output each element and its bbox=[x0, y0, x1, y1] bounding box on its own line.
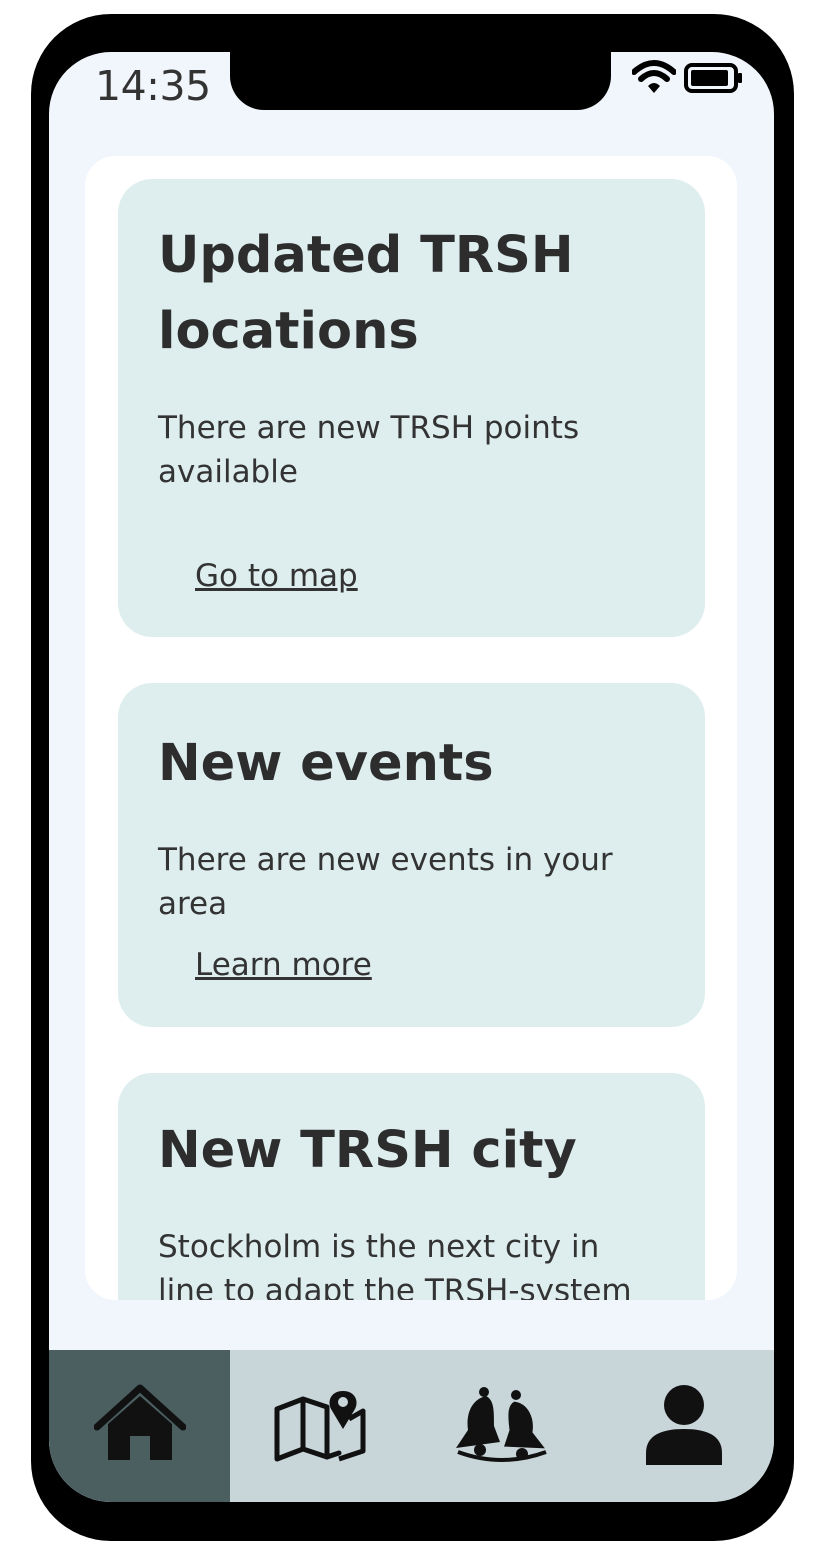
card-title: Updated TRSH locations bbox=[158, 226, 574, 361]
card-title: New TRSH city bbox=[158, 1121, 577, 1180]
battery-icon bbox=[684, 62, 744, 98]
wifi-icon bbox=[631, 60, 677, 100]
learn-more-link[interactable]: Learn more bbox=[195, 947, 372, 983]
nav-item-profile[interactable] bbox=[593, 1350, 774, 1502]
nav-item-map[interactable] bbox=[230, 1350, 411, 1502]
notification-card: New TRSH city Stockholm is the next city… bbox=[118, 1073, 705, 1300]
status-time: 14:35 bbox=[95, 62, 211, 110]
nav-item-notifications[interactable] bbox=[411, 1350, 592, 1502]
notch bbox=[230, 52, 611, 110]
map-icon bbox=[273, 1385, 369, 1467]
bells-icon bbox=[452, 1384, 552, 1468]
notifications-panel[interactable]: Updated TRSH locations There are new TRS… bbox=[85, 156, 737, 1300]
card-title: New events bbox=[158, 734, 494, 793]
go-to-map-link[interactable]: Go to map bbox=[195, 558, 358, 594]
home-icon bbox=[93, 1384, 186, 1468]
bottom-nav bbox=[49, 1350, 774, 1502]
phone-screen: 14:35 Updated TRSH locations There are n… bbox=[49, 52, 774, 1502]
nav-item-home[interactable] bbox=[49, 1350, 230, 1502]
phone-frame: 14:35 Updated TRSH locations There are n… bbox=[31, 14, 794, 1541]
notification-card: New events There are new events in your … bbox=[118, 683, 705, 1027]
card-body: Stockholm is the next city in line to ad… bbox=[158, 1229, 632, 1300]
card-body: There are new events in your area bbox=[158, 842, 613, 922]
status-icons bbox=[631, 60, 744, 100]
notification-card: Updated TRSH locations There are new TRS… bbox=[118, 179, 705, 637]
user-icon bbox=[644, 1383, 724, 1469]
card-body: There are new TRSH points available bbox=[158, 410, 580, 490]
